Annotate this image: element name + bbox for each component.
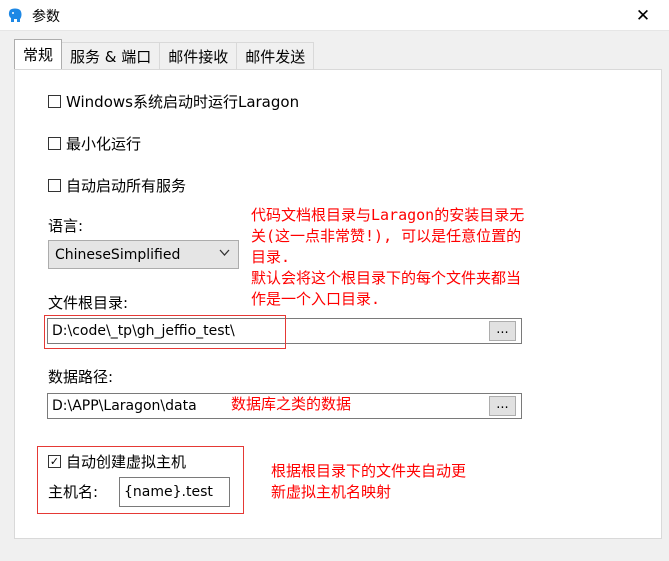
close-icon: ✕ xyxy=(635,5,651,26)
document-root-browse-button[interactable]: ... xyxy=(489,321,516,341)
hostname-input[interactable]: {name}.test xyxy=(119,477,230,507)
data-path-annotation: 数据库之类的数据 xyxy=(231,395,352,413)
autostart-services-checkbox[interactable] xyxy=(48,179,61,192)
windows-startup-option[interactable]: Windows系统启动时运行Laragon xyxy=(48,91,299,112)
tab-mail-send[interactable]: 邮件发送 xyxy=(236,42,315,69)
windows-startup-checkbox[interactable] xyxy=(48,95,61,108)
vhost-annotation: 根据根目录下的文件夹自动更 新虚拟主机名映射 xyxy=(271,462,467,501)
check-icon: ✓ xyxy=(49,455,60,468)
autostart-services-label: 自动启动所有服务 xyxy=(66,177,187,195)
minimized-option[interactable]: 最小化运行 xyxy=(48,133,141,154)
tab-mail-receive[interactable]: 邮件接收 xyxy=(159,42,238,69)
tab-services-ports[interactable]: 服务 & 端口 xyxy=(61,42,161,69)
data-path-label: 数据路径: xyxy=(48,368,114,386)
title-bar: 参数 ✕ xyxy=(0,0,669,31)
document-root-label: 文件根目录: xyxy=(48,294,129,312)
language-select[interactable]: ChineseSimplified xyxy=(48,240,239,269)
tab-strip: 常规 服务 & 端口 邮件接收 邮件发送 xyxy=(14,39,315,70)
auto-vhost-option[interactable]: ✓ 自动创建虚拟主机 xyxy=(48,451,186,472)
hostname-label: 主机名: xyxy=(48,483,99,501)
document-root-annotation: 代码文档根目录与Laragon的安装目录无 关(这一点非常赞!), 可以是任意位… xyxy=(251,206,525,308)
tab-general[interactable]: 常规 xyxy=(14,39,63,69)
close-button[interactable]: ✕ xyxy=(621,0,665,31)
language-value: ChineseSimplified xyxy=(55,246,181,263)
chevron-down-icon xyxy=(219,247,230,261)
minimized-checkbox[interactable] xyxy=(48,137,61,150)
elephant-icon xyxy=(8,8,22,22)
auto-vhost-label: 自动创建虚拟主机 xyxy=(66,453,187,471)
windows-startup-label: Windows系统启动时运行Laragon xyxy=(66,93,300,111)
data-path-browse-button[interactable]: ... xyxy=(489,396,516,416)
document-root-highlight-box xyxy=(44,315,286,349)
autostart-services-option[interactable]: 自动启动所有服务 xyxy=(48,175,186,196)
window-title: 参数 xyxy=(32,9,60,25)
auto-vhost-checkbox[interactable]: ✓ xyxy=(48,455,61,468)
language-label: 语言: xyxy=(48,217,84,235)
minimized-label: 最小化运行 xyxy=(66,135,142,153)
